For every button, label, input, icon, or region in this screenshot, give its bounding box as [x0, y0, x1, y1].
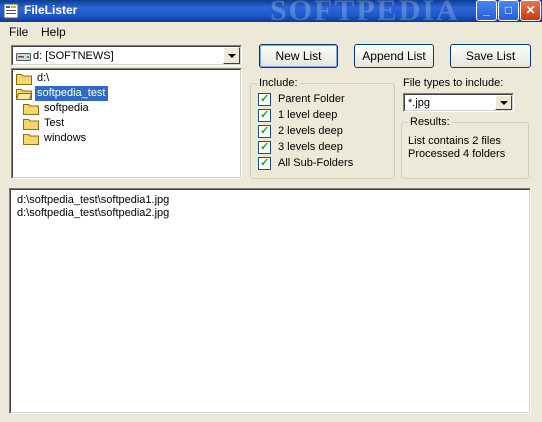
menu-file[interactable]: File — [9, 25, 28, 39]
checkbox-label: 1 level deep — [278, 109, 338, 121]
check-icon: ✓ — [260, 109, 270, 121]
title-bar[interactable]: FileLister SOFTPEDIA _ □ ✕ — [0, 0, 542, 27]
folder-icon — [23, 104, 39, 115]
check-icon: ✓ — [260, 93, 270, 105]
tree-root-label: d:\ — [37, 72, 50, 84]
chevron-down-icon — [500, 101, 508, 105]
drive-value: d: [SOFTNEWS] — [33, 50, 114, 62]
checkbox[interactable]: ✓ — [258, 93, 271, 106]
maximize-button[interactable]: □ — [498, 0, 519, 21]
new-list-label: New List — [275, 49, 322, 63]
file-types-dropdown-button[interactable] — [495, 95, 512, 110]
results-group: Results: List contains 2 files Processed… — [401, 116, 529, 179]
drive-select[interactable]: d: [SOFTNEWS] — [11, 45, 242, 66]
drive-icon — [16, 53, 31, 61]
tree-item-label: windows — [44, 132, 87, 144]
results-folder-count: Processed 4 folders — [408, 148, 506, 160]
append-list-label: Append List — [362, 49, 426, 63]
checkbox[interactable]: ✓ — [258, 125, 271, 138]
checkbox-label: 2 levels deep — [278, 125, 343, 137]
folder-tree[interactable]: d:\ softpedia_test softpedia Test window… — [11, 68, 242, 179]
checkbox[interactable]: ✓ — [258, 141, 271, 154]
drive-dropdown-button[interactable] — [223, 47, 240, 64]
check-icon: ✓ — [260, 141, 270, 153]
close-icon: ✕ — [525, 3, 536, 17]
window-title: FileLister — [24, 3, 78, 17]
checkbox-label: All Sub-Folders — [278, 157, 354, 169]
file-list[interactable]: d:\softpedia_test\softpedia1.jpg d:\soft… — [9, 188, 531, 414]
include-group: Include: ✓ Parent Folder ✓ 1 level deep … — [250, 77, 395, 179]
new-list-button[interactable]: New List — [259, 44, 338, 68]
minimize-icon: _ — [483, 3, 490, 17]
tree-item-label: Test — [44, 117, 65, 129]
list-item: d:\softpedia_test\softpedia1.jpg — [17, 194, 170, 206]
open-folder-icon — [16, 74, 32, 85]
checkbox-label: 3 levels deep — [278, 141, 343, 153]
check-icon: ✓ — [260, 125, 270, 137]
menu-help[interactable]: Help — [41, 25, 66, 39]
chevron-down-icon — [228, 54, 236, 58]
results-file-count: List contains 2 files — [408, 135, 501, 147]
file-types-label: File types to include: — [403, 77, 504, 89]
checkbox[interactable]: ✓ — [258, 157, 271, 170]
tree-item-label: softpedia — [44, 102, 89, 114]
maximize-icon: □ — [504, 3, 513, 17]
save-list-button[interactable]: Save List — [450, 44, 531, 68]
file-types-value: *.jpg — [408, 97, 431, 109]
minimize-button[interactable]: _ — [476, 0, 497, 21]
append-list-button[interactable]: Append List — [354, 44, 434, 68]
menu-bar: File Help — [0, 22, 542, 42]
include-title: Include: — [257, 77, 300, 89]
results-title: Results: — [408, 116, 452, 128]
checkbox-label: Parent Folder — [278, 93, 345, 105]
save-list-label: Save List — [465, 49, 516, 63]
file-types-select[interactable]: *.jpg — [403, 93, 514, 112]
app-icon — [3, 3, 19, 19]
tree-item-label: softpedia_test — [35, 86, 108, 101]
list-item: d:\softpedia_test\softpedia2.jpg — [17, 207, 170, 219]
open-folder-icon — [16, 89, 32, 100]
check-icon: ✓ — [260, 157, 270, 169]
folder-icon — [23, 119, 39, 130]
folder-icon — [23, 134, 39, 145]
close-button[interactable]: ✕ — [520, 0, 541, 21]
checkbox[interactable]: ✓ — [258, 109, 271, 122]
